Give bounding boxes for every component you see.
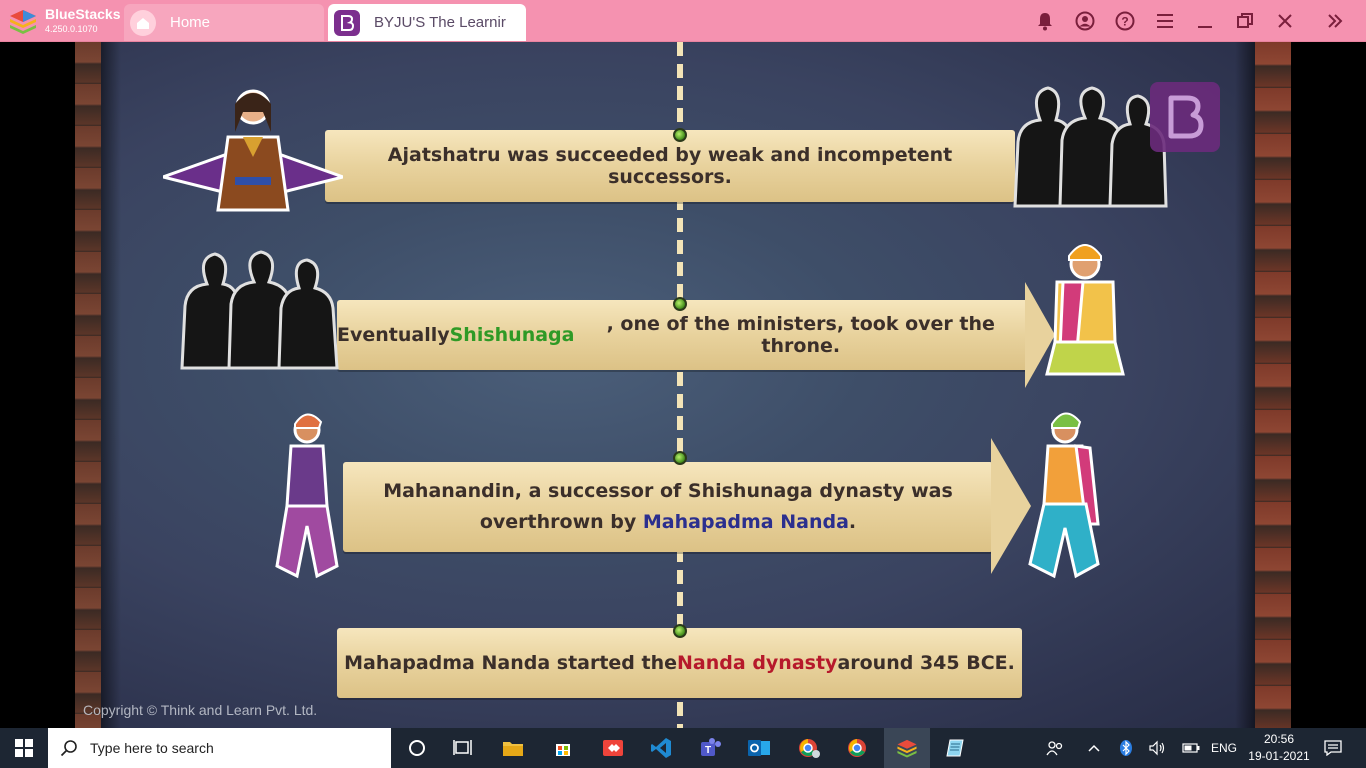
app-version: 4.250.0.1070 [45,24,98,34]
people-icon[interactable] [1040,728,1070,768]
teams-icon[interactable]: T [688,728,734,768]
cortana-icon[interactable] [394,728,440,768]
timeline-node-4 [673,624,687,638]
shishunaga-character-illustration [1045,244,1125,376]
brick-wall-right [1255,42,1291,728]
minimize-icon[interactable] [1194,10,1216,32]
battery-icon[interactable] [1178,728,1204,768]
language-indicator[interactable]: ENG [1208,728,1240,768]
windows-taskbar: Type here to search T ENG 20:56 19-01-20… [0,728,1366,768]
byjus-logo-icon: B [1150,82,1220,152]
banner-ajatshatru: Ajatshatru was succeeded by weak and inc… [325,130,1015,202]
microsoft-store-icon[interactable] [540,728,586,768]
taskbar-clock[interactable]: 20:56 19-01-2021 [1248,731,1310,765]
banner-mahanandin-line2-after: . [848,511,857,533]
app-name: BlueStacks [45,6,121,22]
banner-shishunaga-before: Eventually [337,324,450,346]
chrome-profile-icon[interactable] [786,728,832,768]
nanda-dynasty-highlight: Nanda dynasty [677,652,838,674]
close-icon[interactable] [1274,10,1296,32]
mahapadma-nanda-character-illustration [1028,412,1100,579]
clock-time: 20:56 [1263,732,1295,746]
ajatshatru-character-illustration [163,89,343,212]
svg-text:?: ? [1121,15,1128,29]
tab-home[interactable]: Home [124,4,324,41]
timeline-node-3 [673,451,687,465]
volume-icon[interactable] [1146,728,1170,768]
start-button[interactable] [0,728,48,768]
help-icon[interactable]: ? [1114,10,1136,32]
banner-mahanandin: Mahanandin, a successor of Shishunaga dy… [343,462,993,552]
task-view-icon[interactable] [440,728,486,768]
bluestacks-logo-icon [10,10,36,34]
bell-icon[interactable] [1034,10,1056,32]
notifications-icon[interactable] [1318,728,1348,768]
banner-nanda-dynasty-before: Mahapadma Nanda started the [344,652,678,674]
home-icon [130,9,156,36]
window-titlebar: BlueStacks 4.250.0.1070 Home BYJU'S The … [0,0,1366,42]
anydesk-icon[interactable] [590,728,636,768]
banner-ajatshatru-text: Ajatshatru was succeeded by weak and inc… [387,144,953,188]
banner-shishunaga-after: , one of the ministers, took over the th… [606,313,995,357]
tab-byjus-label: BYJU'S The Learnir [374,14,506,31]
timeline-node-1 [673,128,687,142]
banner-mahanandin-line2-before: overthrown by [479,511,643,533]
account-icon[interactable] [1074,10,1096,32]
wall-shadow-right [1235,42,1255,728]
restore-icon[interactable] [1234,10,1256,32]
show-hidden-icons-chevron-icon[interactable] [1082,728,1106,768]
tab-home-label: Home [170,14,211,31]
notepad-icon[interactable] [932,728,978,768]
mahapadma-nanda-highlight: Mahapadma Nanda [642,511,849,533]
taskbar-search-box[interactable]: Type here to search [48,728,391,768]
clock-date: 19-01-2021 [1248,749,1310,763]
bluestacks-taskbar-icon[interactable] [884,728,930,768]
brick-wall-left [75,42,101,728]
byjus-app-icon [334,9,360,36]
chrome-icon[interactable] [834,728,880,768]
shishunaga-highlight: Shishunaga [449,324,575,346]
tab-byjus[interactable]: BYJU'S The Learnir [328,4,526,41]
search-placeholder: Type here to search [90,740,214,756]
wall-shadow-left [101,42,121,728]
banner-mahanandin-line2: overthrown by Mahapadma Nanda. [480,507,856,538]
successors-silhouette-top [1013,86,1168,208]
timeline-node-2 [673,297,687,311]
file-explorer-icon[interactable] [490,728,536,768]
expand-sidebar-icon[interactable] [1324,10,1346,32]
outlook-icon[interactable] [736,728,782,768]
bluetooth-icon[interactable] [1114,728,1138,768]
ministers-silhouette [180,250,339,370]
banner-nanda-dynasty: Mahapadma Nanda started the Nanda dynast… [337,628,1022,698]
vscode-icon[interactable] [638,728,684,768]
search-icon [60,740,77,757]
mahanandin-character-illustration [275,413,339,579]
app-viewport: Ajatshatru was succeeded by weak and inc… [0,42,1366,728]
banner-nanda-dynasty-after: around 345 BCE. [837,652,1015,674]
banner-mahanandin-line1: Mahanandin, a successor of Shishunaga dy… [383,480,953,502]
menu-icon[interactable] [1154,10,1176,32]
copyright-text: Copyright © Think and Learn Pvt. Ltd. [83,702,318,718]
svg-text:T: T [705,745,711,756]
windows-logo-icon [15,739,33,757]
lesson-canvas[interactable]: Ajatshatru was succeeded by weak and inc… [75,42,1291,728]
